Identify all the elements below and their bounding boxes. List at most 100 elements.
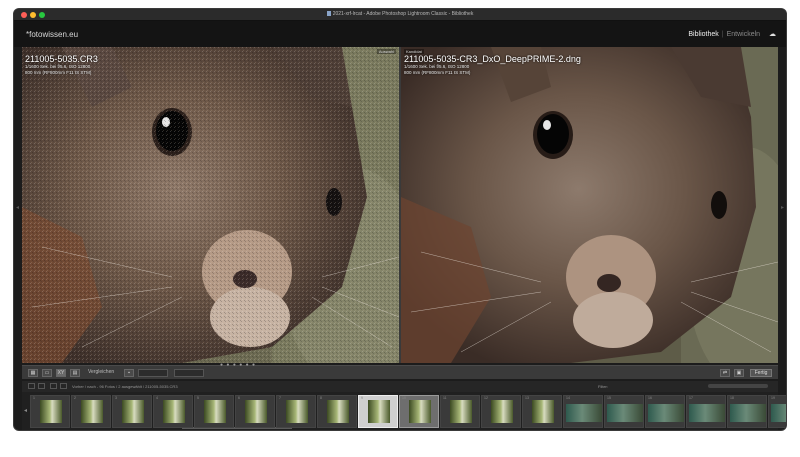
thumbnail-number: 13 xyxy=(525,396,529,400)
filmstrip-thumbnail[interactable]: 19 xyxy=(768,395,786,428)
filmstrip-thumbnail[interactable]: 12 xyxy=(481,395,521,428)
thumbnail-number: 16 xyxy=(648,396,652,400)
filmstrip-thumbnail[interactable]: 15 xyxy=(604,395,644,428)
compare-toolbar: ▦ ▭ XY ▤ Vergleichen ▪ ● ● ● ● ● ● ⇄ ▣ F… xyxy=(22,362,778,379)
thumbnail-image xyxy=(327,400,349,423)
thumbnail-number: 17 xyxy=(689,396,693,400)
filmstrip-thumbnail[interactable]: 3 xyxy=(112,395,152,428)
right-panel-toggle-icon[interactable]: ▸ xyxy=(781,204,784,211)
filmstrip-thumbnail[interactable]: 11 xyxy=(440,395,480,428)
thumbnail-image xyxy=(771,404,786,422)
thumbnail-image xyxy=(491,400,513,423)
module-develop[interactable]: Entwickeln xyxy=(727,31,760,38)
title-bar: 2021-xrf-lrcat - Adobe Photoshop Lightro… xyxy=(14,9,786,21)
thumbnail-image xyxy=(607,404,643,422)
thumbnail-number: 18 xyxy=(730,396,734,400)
filmstrip-thumbnail[interactable]: 5 xyxy=(194,395,234,428)
thumbnail-image xyxy=(122,400,144,423)
thumbnail-image xyxy=(648,404,684,422)
thumbnail-image xyxy=(730,404,766,422)
compare-view: Auswahl 211005-5035.CR3 1/1600 Sek. bei … xyxy=(22,47,778,363)
filmstrip-thumbnail[interactable]: 14 xyxy=(563,395,603,428)
window-title: 2021-xrf-lrcat - Adobe Photoshop Lightro… xyxy=(14,11,786,17)
thumbnail-number: 19 xyxy=(771,396,775,400)
thumbnail-number: 6 xyxy=(238,396,240,400)
squirrel-photo-original xyxy=(22,47,399,363)
thumbnail-image xyxy=(450,400,472,423)
thumbnail-number: 5 xyxy=(197,396,199,400)
zoom-slider[interactable] xyxy=(138,369,168,377)
loupe-view-icon[interactable]: ▭ xyxy=(42,369,52,377)
filmstrip-thumbnail[interactable]: 13 xyxy=(522,395,562,428)
lightroom-window: 2021-xrf-lrcat - Adobe Photoshop Lightro… xyxy=(14,9,786,430)
thumbnail-number: 11 xyxy=(443,396,447,400)
filmstrip-thumbnail[interactable]: 1 xyxy=(30,395,70,428)
filmstrip-thumbnail[interactable]: 9 xyxy=(358,395,398,428)
info-overlay: 211005-5035-CR3_DxO_DeepPRIME-2.dng 1/16… xyxy=(404,54,581,76)
select-tag: Auswahl xyxy=(376,49,396,54)
thumbnail-image xyxy=(409,400,431,423)
thumbnail-image xyxy=(286,400,308,423)
filmstrip-thumbnail[interactable]: 8 xyxy=(317,395,357,428)
lock-icon[interactable]: ▪ xyxy=(124,369,134,377)
filmstrip-left-icon[interactable]: ◂ xyxy=(24,407,27,414)
forward-icon[interactable] xyxy=(60,383,67,389)
thumbnail-number: 10 xyxy=(402,396,406,400)
zoom-label: Vergleichen xyxy=(88,369,115,375)
thumbnail-image xyxy=(566,404,602,422)
sync-field[interactable] xyxy=(174,369,204,377)
lens-info: 800 mm (RF800mm F11 IS STM) xyxy=(25,70,92,75)
thumbnail-number: 2 xyxy=(74,396,76,400)
thumbnail-number: 15 xyxy=(607,396,611,400)
left-panel-toggle-icon[interactable]: ◂ xyxy=(16,204,19,211)
compare-view-icon[interactable]: XY xyxy=(56,369,66,377)
rating-stars[interactable]: ● ● ● ● ● ● xyxy=(220,362,256,368)
module-library[interactable]: Bibliothek xyxy=(688,31,718,38)
file-name: 211005-5035.CR3 xyxy=(25,54,98,64)
thumbnail-image xyxy=(204,400,226,423)
secondary-window-icon[interactable] xyxy=(28,383,35,389)
filmstrip-thumbnail[interactable]: 6 xyxy=(235,395,275,428)
filmstrip-header: Vorher / nach - 96 Fotos / 2 ausgewählt … xyxy=(22,381,778,392)
cloud-icon[interactable]: ☁ xyxy=(769,30,776,38)
document-icon xyxy=(326,11,331,16)
grid-icon[interactable] xyxy=(38,383,45,389)
filmstrip: ◂ ▸ 12345678910111213141516171819 xyxy=(22,392,786,430)
thumbnail-number: 14 xyxy=(566,396,570,400)
back-icon[interactable] xyxy=(50,383,57,389)
thumbnail-image xyxy=(163,400,185,423)
file-name: 211005-5035-CR3_DxO_DeepPRIME-2.dng xyxy=(404,54,581,64)
filmstrip-thumbnail[interactable]: 16 xyxy=(645,395,685,428)
filmstrip-thumbnail[interactable]: 2 xyxy=(71,395,111,428)
filmstrip-thumbnail[interactable]: 4 xyxy=(153,395,193,428)
thumbnail-number: 4 xyxy=(156,396,158,400)
thumbnail-number: 3 xyxy=(115,396,117,400)
survey-view-icon[interactable]: ▤ xyxy=(70,369,80,377)
make-select-icon[interactable]: ▣ xyxy=(734,369,744,377)
squirrel-photo-denoised xyxy=(401,47,778,363)
thumbnail-image xyxy=(245,400,267,423)
grid-view-icon[interactable]: ▦ xyxy=(28,369,38,377)
thumbnail-number: 8 xyxy=(320,396,322,400)
filter-label: Filter: xyxy=(598,384,608,389)
filmstrip-source: Vorher / nach - 96 Fotos / 2 ausgewählt … xyxy=(72,384,178,389)
filmstrip-thumbnail[interactable]: 18 xyxy=(727,395,767,428)
candidate-pane[interactable]: Kandidat 211005-5035-CR3_DxO_DeepPRIME-2… xyxy=(401,47,778,363)
module-picker: Bibliothek | Entwickeln ☁ xyxy=(688,30,776,38)
module-separator: | xyxy=(721,31,724,38)
thumbnail-number: 7 xyxy=(279,396,281,400)
thumbnail-number: 9 xyxy=(361,396,363,400)
done-button[interactable]: Fertig xyxy=(750,369,772,377)
filmstrip-thumbnail[interactable]: 10 xyxy=(399,395,439,428)
identity-plate: *fotowissen.eu Bibliothek | Entwickeln ☁ xyxy=(14,21,786,47)
filmstrip-thumbnail[interactable]: 7 xyxy=(276,395,316,428)
swap-icon[interactable]: ⇄ xyxy=(720,369,730,377)
thumbnail-image xyxy=(81,400,103,423)
filter-dropdown[interactable] xyxy=(708,384,768,388)
info-overlay: 211005-5035.CR3 1/1600 Sek. bei f/5.6, I… xyxy=(25,54,98,76)
select-pane[interactable]: Auswahl 211005-5035.CR3 1/1600 Sek. bei … xyxy=(22,47,399,363)
thumbnail-image xyxy=(368,400,390,423)
thumbnail-image xyxy=(40,400,62,423)
thumbnail-number: 1 xyxy=(33,396,35,400)
filmstrip-thumbnail[interactable]: 17 xyxy=(686,395,726,428)
